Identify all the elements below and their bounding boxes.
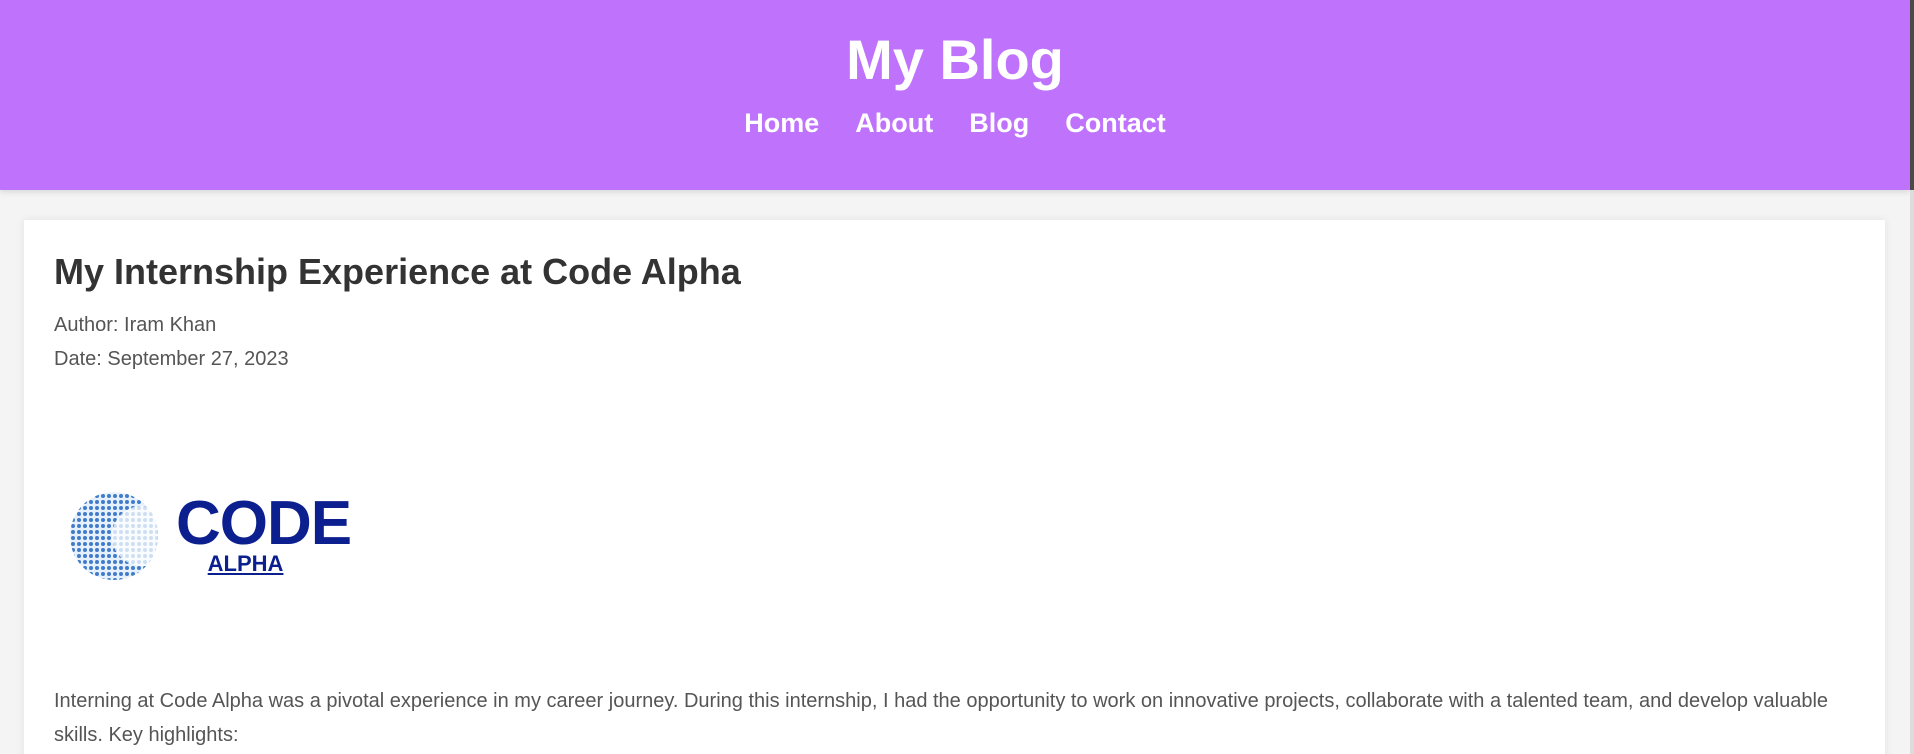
- post-author: Author: Iram Khan: [54, 314, 217, 336]
- page: My Blog Home About Blog Contact My Inter…: [0, 0, 1914, 754]
- main-nav: Home About Blog Contact: [0, 106, 1910, 140]
- post-date: Date: September 27, 2023: [54, 348, 289, 370]
- page-scrollbar[interactable]: [1910, 0, 1914, 754]
- post-title: My Internship Experience at Code Alpha: [54, 251, 741, 292]
- blog-post-card: My Internship Experience at Code Alpha A…: [24, 220, 1885, 754]
- nav-link-blog[interactable]: Blog: [969, 106, 1029, 140]
- logo-word: CODE: [176, 489, 352, 558]
- logo-subword: ALPHA: [207, 551, 284, 576]
- code-alpha-logo: CODE ALPHA: [64, 472, 364, 600]
- logo-text: CODE ALPHA: [176, 489, 352, 576]
- site-header: My Blog Home About Blog Contact: [0, 0, 1910, 190]
- scrollbar-thumb[interactable]: [1910, 0, 1914, 190]
- nav-link-contact[interactable]: Contact: [1065, 106, 1166, 140]
- site-title: My Blog: [846, 28, 1064, 91]
- nav-link-about[interactable]: About: [855, 106, 933, 140]
- globe-icon: [70, 492, 158, 580]
- nav-link-home[interactable]: Home: [744, 106, 819, 140]
- post-intro-paragraph: Interning at Code Alpha was a pivotal ex…: [54, 690, 1829, 746]
